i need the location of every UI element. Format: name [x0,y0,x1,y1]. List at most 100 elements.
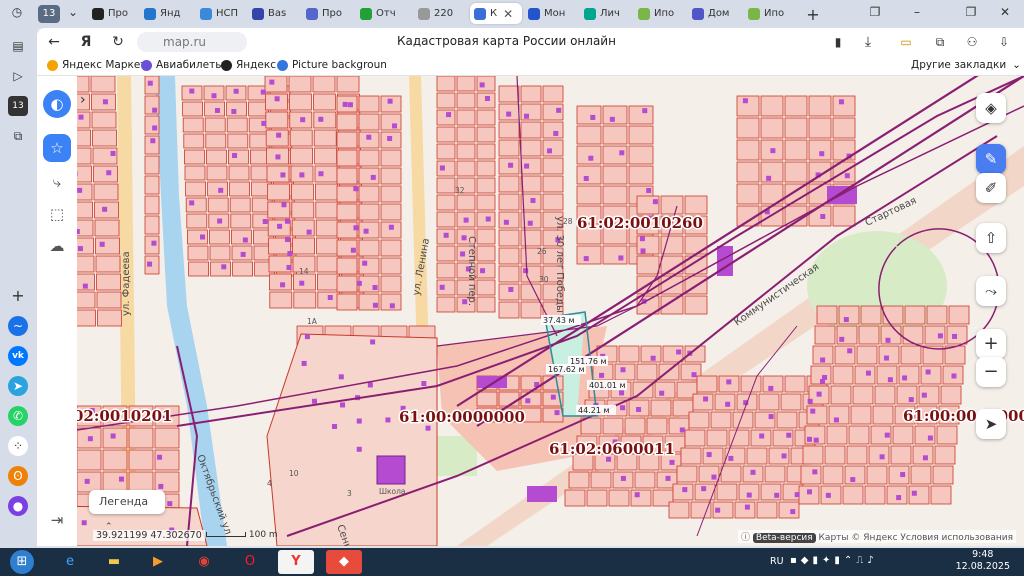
browser-tab[interactable]: Про [302,3,352,24]
explorer-icon[interactable]: ▬ [96,550,132,574]
other-bookmarks[interactable]: Другие закладки ⌄ [911,59,1021,71]
legend-button[interactable]: Легенда ⌃ [89,490,165,532]
building [439,165,445,171]
new-tab-button[interactable]: + [804,5,822,24]
terms-link[interactable]: Условия использования [900,533,1013,543]
maximize-button[interactable]: ❐ [962,5,980,23]
favorites-icon[interactable]: ☆ [43,134,71,162]
messenger-icon[interactable]: ~ [8,316,28,336]
opera-icon[interactable]: O [232,550,268,574]
zoom-out-button[interactable]: − [976,357,1006,387]
share-icon[interactable]: ⤷ [43,168,71,196]
language-indicator[interactable]: RU [770,556,784,567]
browser-tab[interactable]: Отч [356,3,406,24]
collections-icon[interactable]: ▤ [8,36,28,56]
browser-tab[interactable]: 220 [414,3,464,24]
bookmark-item[interactable]: Яндекс [221,59,276,71]
ie-icon[interactable]: e [52,550,88,574]
telegram-icon[interactable]: ➤ [8,376,28,396]
building [618,255,624,261]
tab-label: Мон [544,8,566,19]
land-parcel [476,228,496,245]
vk-icon[interactable]: vk [8,346,28,366]
building [356,446,362,452]
download-icon[interactable]: ⤓ [859,33,877,51]
browser-tab[interactable]: Дом [688,3,738,24]
bookmark-item[interactable]: Яндекс Маркет [47,59,146,71]
yandex-browser-icon[interactable]: Y [278,550,314,574]
url-field[interactable]: map.ru [137,32,247,52]
ok-icon[interactable]: ʘ [8,466,28,486]
profile-icon[interactable]: ⚇ [963,33,981,51]
battery-icon[interactable]: ▭ [897,33,915,51]
building [110,150,116,156]
tabs-dropdown-icon[interactable]: ⌄ [64,5,82,23]
add-panel-icon[interactable]: + [8,286,28,306]
edit-icon[interactable]: ✐ [976,173,1006,203]
downloads-icon[interactable]: ⇩ [995,33,1013,51]
play-icon[interactable]: ▷ [8,66,28,86]
locate-me-icon[interactable]: ➤ [976,409,1006,439]
close-window-button[interactable]: ✕ [996,5,1014,23]
alice-icon[interactable]: ● [8,496,28,516]
zoom-in-button[interactable]: + [976,329,1006,359]
bookmark-item[interactable]: Авиабилеты [141,59,224,71]
tray-icons[interactable]: ▪◆▮✦▮⌃⎍♪ [790,555,878,566]
counter-icon[interactable]: 13 [8,96,28,116]
browser-tab[interactable]: Ипо [634,3,684,24]
browser-side-panel: ▤ ▷ 13 ⧉ + ~ vk ➤ ✆ ⁘ ʘ ● [0,28,37,548]
bookmark-icon[interactable]: ▮ [829,33,847,51]
land-parcel [914,425,936,445]
select-area-icon[interactable]: ⬚ [43,200,71,228]
browser-tab[interactable]: НСП [196,3,246,24]
tab-favicon [306,7,318,20]
close-tab-icon[interactable]: ✕ [503,7,513,21]
collections-icon[interactable]: ❐ [866,5,884,23]
upload-icon[interactable]: ⇧ [976,223,1006,253]
info-icon[interactable]: ⓘ [741,533,750,543]
bookmark-item[interactable]: Picture backgroun [277,59,387,71]
land-parcel [358,167,380,185]
land-parcel [314,165,338,183]
land-parcel [602,165,628,185]
land-parcel [317,291,341,309]
layers-icon[interactable]: ◈ [976,93,1006,123]
tab-counter[interactable]: 13 [38,5,60,23]
reload-icon[interactable]: ↻ [109,33,127,51]
land-parcel [336,275,358,293]
minimize-button[interactable]: – [908,5,926,23]
browser-tab[interactable]: Янд [140,3,190,24]
back-icon[interactable]: ← [45,33,63,51]
land-parcel [602,185,628,205]
start-button[interactable]: ⊞ [10,550,34,574]
share-map-icon[interactable]: ⤳ [976,276,1006,306]
map-canvas[interactable]: 61:02:0010260 02:0010201 61:00:0000000 61:0… [37,76,1024,546]
media-player-icon[interactable]: ▶ [140,550,176,574]
browser-tab[interactable]: К ✕ [470,3,522,24]
history-icon[interactable]: ◷ [8,5,26,23]
screenshot-icon[interactable]: ⧉ [8,126,28,146]
yandex-icon[interactable]: Я [77,33,95,51]
expand-panel-icon[interactable]: › [80,92,86,108]
maps-copyright[interactable]: Карты © Яндекс [819,533,898,543]
browser-tab[interactable]: Ипо [744,3,794,24]
coordinates-readout: 39.921199 47.302670 [93,530,205,541]
anydesk-icon[interactable]: ◆ [326,550,362,574]
browser-tab[interactable]: Лич [580,3,630,24]
ruler-icon[interactable]: ✎ [976,144,1006,174]
browser-tab[interactable]: Мон [524,3,574,24]
extensions-icon[interactable]: ⧉ [931,33,949,51]
cadastral-map[interactable]: 61:02:0010260 02:0010201 61:00:0000000 61:0… [37,76,1024,546]
land-parcel [602,245,628,265]
land-parcel [144,195,160,215]
login-icon[interactable]: ⇥ [43,506,71,534]
apps-icon[interactable]: ⁘ [8,436,28,456]
map-logo-icon[interactable]: ◐ [43,90,71,118]
land-parcel [336,257,358,275]
system-clock[interactable]: 9:48 12.08.2025 [956,549,1010,573]
chrome-icon[interactable]: ◉ [186,550,222,574]
browser-tab[interactable]: Вas [248,3,298,24]
whatsapp-icon[interactable]: ✆ [8,406,28,426]
cloud-icon[interactable]: ☁ [43,232,71,260]
browser-tab[interactable]: Про [88,3,138,24]
